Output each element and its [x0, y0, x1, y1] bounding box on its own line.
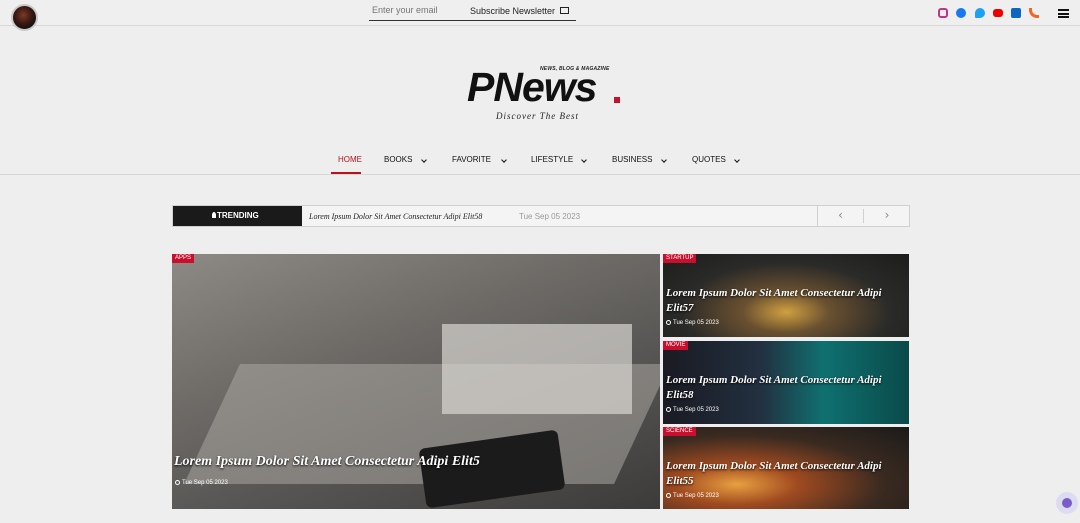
side-post-date-text: Tue Sep 05 2023	[673, 407, 719, 413]
featured-post[interactable]: APPS Lorem Ipsum Dolor Sit Amet Consecte…	[172, 254, 660, 509]
avatar[interactable]	[11, 4, 38, 31]
featured-image-shelf	[442, 324, 632, 414]
clock-icon	[666, 407, 671, 412]
trending-headline[interactable]: Lorem Ipsum Dolor Sit Amet Consectetur A…	[309, 212, 482, 221]
trending-date: Tue Sep 05 2023	[519, 212, 581, 221]
side-post[interactable]: SCIENCE Lorem Ipsum Dolor Sit Amet Conse…	[663, 427, 909, 509]
logo-dot	[614, 97, 620, 103]
featured-date-text: Tue Sep 05 2023	[182, 480, 228, 486]
nav-item-home[interactable]: HOME	[338, 155, 362, 164]
pin-icon	[212, 212, 216, 218]
trending-label-text: TRENDING	[217, 211, 259, 220]
side-post-date-text: Tue Sep 05 2023	[673, 493, 719, 499]
brand-subtitle: Discover The Best	[496, 111, 579, 121]
trending-bar: TRENDING Lorem Ipsum Dolor Sit Amet Cons…	[172, 205, 910, 227]
side-post[interactable]: MOVIE Lorem Ipsum Dolor Sit Amet Consect…	[663, 341, 909, 424]
category-badge[interactable]: MOVIE	[663, 341, 689, 350]
main-nav: HOME BOOKS FAVORITE LIFESTYLE BUSINESS Q…	[0, 150, 1080, 175]
nav-active-underline	[331, 172, 361, 174]
newsletter-form: Subscribe Newsletter	[369, 3, 576, 21]
newsletter-email-input[interactable]	[372, 5, 462, 15]
featured-title[interactable]: Lorem Ipsum Dolor Sit Amet Consectetur A…	[174, 454, 480, 469]
linkedin-icon[interactable]	[1011, 8, 1021, 18]
side-post-title[interactable]: Lorem Ipsum Dolor Sit Amet Consectetur A…	[666, 459, 906, 489]
side-post[interactable]: STARTUP Lorem Ipsum Dolor Sit Amet Conse…	[663, 254, 909, 337]
category-badge[interactable]: APPS	[172, 254, 195, 263]
chevron-down-icon	[734, 157, 740, 163]
youtube-icon[interactable]	[993, 9, 1003, 17]
trending-prev-button[interactable]: ‹	[818, 209, 864, 223]
trending-next-button[interactable]: ›	[864, 209, 910, 223]
nav-item-books[interactable]: BOOKS	[384, 155, 412, 164]
nav-item-business[interactable]: BUSINESS	[612, 155, 652, 164]
nav-item-quotes[interactable]: QUOTES	[692, 155, 726, 164]
nav-item-lifestyle[interactable]: LIFESTYLE	[531, 155, 573, 164]
chevron-down-icon	[421, 157, 427, 163]
chevron-down-icon	[581, 157, 587, 163]
clock-icon	[666, 493, 671, 498]
trending-controls: ‹ ›	[817, 206, 909, 226]
category-badge[interactable]: STARTUP	[663, 254, 697, 263]
clock-icon	[175, 480, 180, 485]
site-logo[interactable]: PNews	[467, 64, 597, 111]
side-post-date: Tue Sep 05 2023	[666, 320, 719, 326]
twitter-icon[interactable]	[975, 8, 985, 18]
side-post-date: Tue Sep 05 2023	[666, 493, 719, 499]
clock-icon	[666, 320, 671, 325]
rss-icon[interactable]	[1029, 8, 1039, 18]
chevron-down-icon	[661, 157, 667, 163]
side-post-date-text: Tue Sep 05 2023	[673, 320, 719, 326]
mail-icon	[560, 7, 569, 14]
instagram-icon[interactable]	[938, 8, 948, 18]
top-bar: Subscribe Newsletter	[0, 0, 1080, 31]
facebook-icon[interactable]	[956, 8, 966, 18]
subscribe-button[interactable]: Subscribe Newsletter	[470, 6, 555, 16]
assistant-widget-icon[interactable]	[1056, 492, 1078, 514]
side-post-title[interactable]: Lorem Ipsum Dolor Sit Amet Consectetur A…	[666, 373, 906, 403]
trending-label: TRENDING	[173, 206, 302, 226]
hamburger-menu-icon[interactable]	[1058, 9, 1069, 18]
chevron-down-icon	[501, 157, 507, 163]
category-badge[interactable]: SCIENCE	[663, 427, 696, 436]
nav-item-favorite[interactable]: FAVORITE	[452, 155, 491, 164]
side-post-title[interactable]: Lorem Ipsum Dolor Sit Amet Consectetur A…	[666, 286, 906, 316]
featured-date: Tue Sep 05 2023	[175, 480, 228, 486]
side-post-date: Tue Sep 05 2023	[666, 407, 719, 413]
